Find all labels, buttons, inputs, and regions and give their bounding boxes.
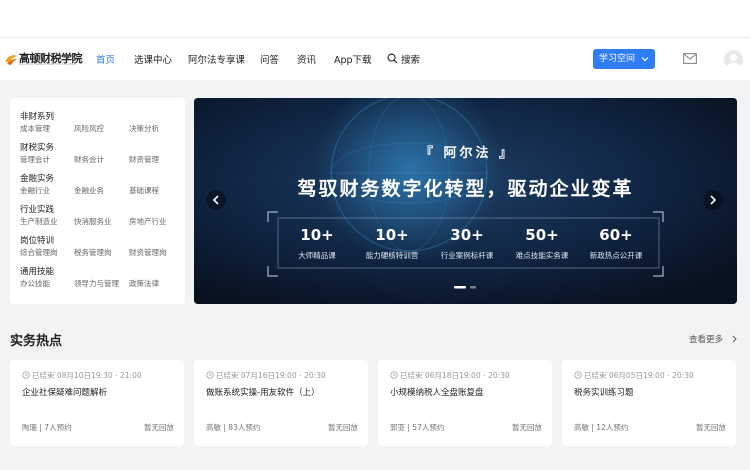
stat-number: 50+ [525,226,559,244]
clock-icon [390,371,398,379]
study-space-label: 学习空间 [599,54,636,64]
event-card[interactable]: 已结束 06月18日19:00 - 20:30 小规模纳税人全盘账复盘 郭亚 |… [378,360,552,446]
stat-number: 10+ [300,226,334,244]
see-more-link[interactable]: 查看更多 [689,333,723,345]
banner-tag: 『 阿尔法 』 [420,146,516,161]
search-icon[interactable] [387,53,398,64]
study-space-button[interactable]: 学习空间 [593,49,655,69]
event-replay-status: 暂无回放 [144,423,174,432]
clock-icon [22,371,30,379]
event-meta: 陶珊 | 7人预约 [22,423,72,432]
category-title[interactable]: 财税实务 [20,141,54,153]
event-status: 已结束 08月10日19:30 - 21:00 [32,371,142,380]
chevron-left-icon [212,195,219,205]
stat-label: 行业案例标杆课 [440,251,494,260]
event-meta: 郭亚 | 57人预约 [390,423,445,432]
banner-carousel[interactable]: 『 阿尔法 』 驾驭财务数字化转型，驱动企业变革 10+ 大师精品课 10+ 能… [194,98,737,304]
section-title: 实务热点 [10,334,63,349]
chevron-right-icon[interactable] [731,335,738,343]
banner-background [194,98,737,304]
banner-headline: 驾驭财务数字化转型，驱动企业变革 [297,178,634,200]
stat-label: 大师精品课 [298,251,336,260]
clock-icon [574,371,582,379]
nav-alpha-courses[interactable]: 阿尔法专享课 [188,52,245,66]
category-panel: 非财系列 成本管理 风险风控 决策分析 财税实务 管理会计 财务会计 财资管理 … [10,98,185,304]
chevron-down-icon [641,57,649,62]
event-card[interactable]: 已结束 07月16日19:00 - 20:30 做账系统实操-用友软件（上） 高… [194,360,368,446]
nav-qa[interactable]: 问答 [260,52,279,66]
category-sub[interactable]: 金融业务 [74,185,104,196]
stat-label: 新政热点公开课 [589,251,643,260]
event-card[interactable]: 已结束 08月10日19:30 - 21:00 企业社保疑难问题解析 陶珊 | … [10,360,184,446]
mail-icon[interactable] [683,53,697,64]
category-sub[interactable]: 领导力与管理 [74,278,119,289]
top-strip [0,0,750,38]
carousel-indicators[interactable] [454,286,484,289]
category-sub[interactable]: 政策法律 [129,278,159,289]
category-title[interactable]: 行业实践 [20,203,54,215]
nav-search[interactable]: 搜索 [401,52,420,66]
event-title[interactable]: 小规模纳税人全盘账复盘 [390,386,484,398]
stat-number: 10+ [375,226,409,244]
category-title[interactable]: 通用技能 [20,265,54,277]
banner-prev-button[interactable] [206,190,226,210]
category-sub[interactable]: 基础课程 [129,185,159,196]
category-sub[interactable]: 综合管理岗 [20,247,58,258]
stat-label: 能力硬核特训营 [365,251,419,260]
event-replay-status: 暂无回放 [328,423,358,432]
category-sub[interactable]: 办公技能 [20,278,50,289]
user-avatar[interactable] [724,50,743,69]
category-sub[interactable]: 房地产行业 [129,216,167,227]
event-meta: 高敏 | 83人预约 [206,423,261,432]
nav-news[interactable]: 资讯 [297,52,316,66]
event-status: 已结束 06月18日19:00 - 20:30 [400,371,510,380]
category-sub[interactable]: 税务管理岗 [74,247,112,258]
category-sub[interactable]: 决策分析 [129,123,159,134]
banner-next-button[interactable] [703,190,723,210]
category-sub[interactable]: 成本管理 [20,123,50,134]
brand-subtitle: GAODUN FINANCE AND TAX COLLEGE [19,62,76,66]
stat-label: 难点技能实务课 [515,251,569,260]
category-sub[interactable]: 管理会计 [20,154,50,165]
category-sub[interactable]: 生产制造业 [20,216,58,227]
event-meta: 高敏 | 12人预约 [574,423,629,432]
category-title[interactable]: 金融实务 [20,172,54,184]
category-sub[interactable]: 财务会计 [74,154,104,165]
category-title[interactable]: 非财系列 [20,110,54,122]
brand-logo-icon [5,55,17,65]
avatar-icon [727,54,740,69]
category-sub[interactable]: 财资管理 [129,154,159,165]
stat-number: 30+ [450,226,484,244]
event-status: 已结束 06月05日19:00 - 20:30 [584,371,694,380]
category-sub[interactable]: 快消服务业 [74,216,112,227]
event-status: 已结束 07月16日19:00 - 20:30 [216,371,326,380]
category-sub[interactable]: 财资管理岗 [129,247,167,258]
category-sub[interactable]: 金融行业 [20,185,50,196]
event-replay-status: 暂无回放 [696,423,726,432]
brand-logo[interactable]: 高顿财税学院 GAODUN FINANCE AND TAX COLLEGE [4,50,84,68]
chevron-right-icon [710,195,717,205]
category-title[interactable]: 岗位特训 [20,234,54,246]
nav-app-download[interactable]: App下载 [334,52,372,66]
event-title[interactable]: 税务实训练习题 [574,386,634,398]
event-title[interactable]: 做账系统实操-用友软件（上） [206,386,320,398]
event-title[interactable]: 企业社保疑难问题解析 [22,386,107,398]
event-card[interactable]: 已结束 06月05日19:00 - 20:30 税务实训练习题 高敏 | 12人… [562,360,736,446]
stat-number: 60+ [599,226,633,244]
nav-home[interactable]: 首页 [96,52,115,66]
nav-course-center[interactable]: 选课中心 [134,52,172,66]
event-replay-status: 暂无回放 [512,423,542,432]
category-sub[interactable]: 风险风控 [74,123,104,134]
clock-icon [206,371,214,379]
